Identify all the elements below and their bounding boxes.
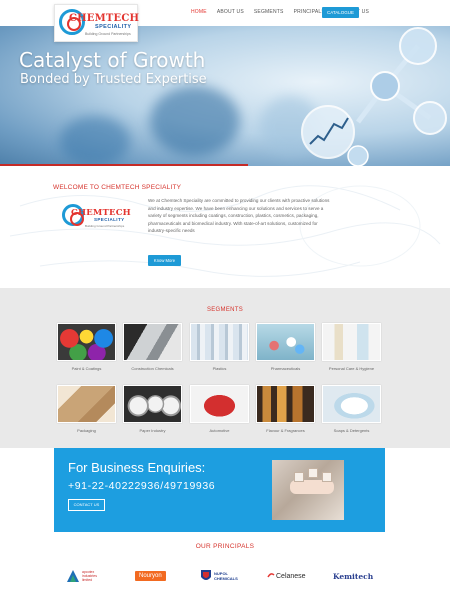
welcome-logo: CHEMTECH SPECIALITY Building Ground Part… — [60, 202, 131, 234]
logo-nouryon[interactable]: Nouryon — [135, 566, 166, 586]
logo-nupol[interactable]: NUPOL CHEMICALS — [200, 566, 238, 586]
segment-paper-industry[interactable]: Paper Industry — [123, 385, 182, 433]
detergent-image — [322, 385, 381, 423]
welcome-paragraph: We at Chemtech Speciality are committed … — [148, 198, 330, 234]
logo-tagline: Building Ground Partnerships — [85, 32, 131, 36]
phone-icon — [322, 472, 332, 482]
nouryon-name: Nouryon — [135, 571, 166, 581]
segment-label: Personal Care & Hygiene — [328, 366, 375, 371]
nav-segments[interactable]: SEGMENTS — [249, 9, 289, 15]
segment-construction-chemicals[interactable]: Construction Chemicals — [123, 323, 182, 371]
celanese-name: Celanese — [276, 572, 306, 580]
hero-title: Catalyst of Growth — [19, 48, 206, 72]
site-logo[interactable]: CHEMTECH SPECIALITY Building Ground Part… — [54, 4, 140, 42]
segment-personal-care[interactable]: Personal Care & Hygiene — [322, 323, 381, 371]
segment-label: Paper Industry — [139, 428, 166, 433]
car-image — [190, 385, 249, 423]
plastics-image — [190, 323, 249, 361]
catalogue-button[interactable]: CATALOGUE — [322, 7, 359, 18]
hero-banner: Catalyst of Growth Bonded by Trusted Exp… — [0, 26, 450, 166]
segment-label: Packaging — [77, 428, 96, 433]
segment-label: Flavour & Fragrances — [266, 428, 305, 433]
segment-label: Construction Chemicals — [131, 366, 174, 371]
segment-label: Soaps & Detergents — [333, 428, 370, 433]
segment-automotive[interactable]: Automotive — [190, 385, 249, 433]
welcome-logo-subtext: SPECIALITY — [94, 217, 125, 222]
know-more-button[interactable]: Know More — [148, 255, 181, 266]
logo-apcotex[interactable]: apcotex industries limited — [66, 566, 106, 586]
business-hand-image — [272, 460, 344, 520]
segment-paint-coatings[interactable]: Paint & Coatings — [57, 323, 116, 371]
segment-soaps-detergents[interactable]: Soaps & Detergents — [322, 385, 381, 433]
segments-title: SEGMENTS — [206, 307, 244, 313]
at-sign-icon — [308, 468, 318, 478]
segment-label: Pharmaceuticals — [270, 366, 301, 371]
segment-plastics[interactable]: Plastics — [190, 323, 249, 371]
business-enquiry-banner: For Business Enquiries: +91-22-40222936/… — [54, 448, 385, 532]
celanese-swoosh-icon — [267, 573, 275, 578]
segment-label: Plastics — [212, 366, 227, 371]
kemitech-name: Kemitech — [333, 571, 374, 581]
personal-care-image — [322, 323, 381, 361]
segment-flavour-fragrances[interactable]: Flavour & Fragrances — [256, 385, 315, 433]
logo-kemitech[interactable]: Kemitech — [333, 566, 373, 586]
welcome-logo-tagline: Building Ground Partnerships — [85, 224, 125, 228]
segment-packaging[interactable]: Packaging — [57, 385, 116, 433]
contact-us-button[interactable]: CONTACT US — [68, 499, 105, 511]
hand-shape — [290, 480, 334, 494]
welcome-section: WELCOME TO CHEMTECH SPECIALITY CHEMTECH … — [0, 166, 450, 288]
segment-label: Paint & Coatings — [71, 366, 102, 371]
fragrance-bottles-image — [256, 385, 315, 423]
nupol-shield-icon — [201, 570, 211, 580]
envelope-icon — [294, 472, 304, 482]
segment-pharmaceuticals[interactable]: Pharmaceuticals — [256, 323, 315, 371]
segments-section: SEGMENTS Paint & Coatings Construction C… — [0, 288, 450, 448]
nav-about-us[interactable]: ABOUT US — [212, 9, 249, 15]
paper-rolls-image — [123, 385, 182, 423]
welcome-title: WELCOME TO CHEMTECH SPECIALITY — [53, 184, 182, 191]
pills-image — [256, 323, 315, 361]
packaging-image — [57, 385, 116, 423]
molecule-graphic-icon — [301, 27, 447, 166]
principals-title: OUR PRINCIPALS — [195, 543, 255, 550]
paint-cans-image — [57, 323, 116, 361]
logo-subtext: SPECIALITY — [95, 24, 132, 30]
page: HOME ABOUT US SEGMENTS PRINCIPALS CONTAC… — [0, 0, 450, 600]
enquiry-phone[interactable]: +91-22-40222936/49719936 — [68, 480, 215, 492]
apcotex-name: apcotex industries limited — [82, 570, 97, 582]
nupol-name: NUPOL CHEMICALS — [214, 571, 238, 581]
logo-text: CHEMTECH — [69, 13, 140, 24]
nav-home[interactable]: HOME — [186, 9, 212, 15]
enquiry-title: For Business Enquiries: — [68, 460, 206, 475]
principals-section: OUR PRINCIPALS apcotex industries limite… — [0, 532, 450, 600]
apcotex-mark-icon — [67, 570, 79, 582]
construction-image — [123, 323, 182, 361]
logo-celanese[interactable]: Celanese — [267, 566, 306, 586]
segment-label: Automotive — [209, 428, 230, 433]
hero-subtitle: Bonded by Trusted Expertise — [20, 72, 207, 87]
